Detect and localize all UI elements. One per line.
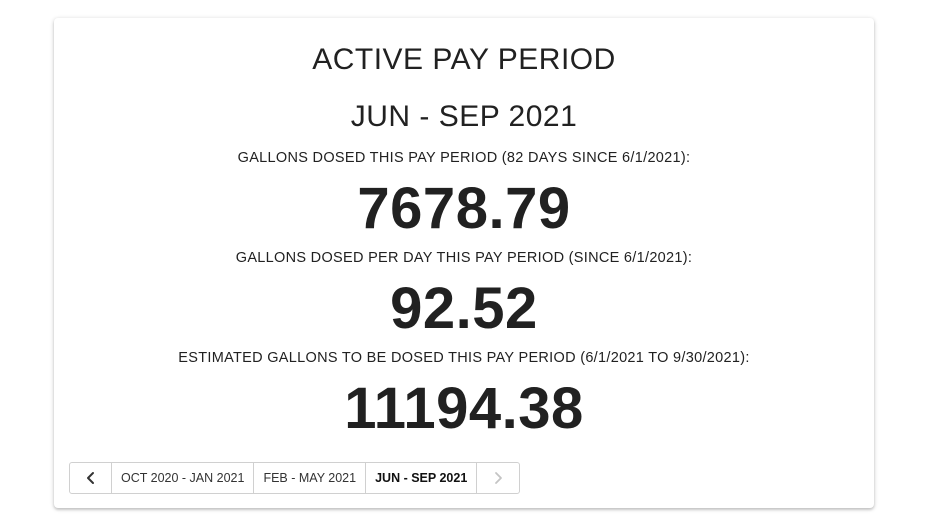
active-period-range: JUN - SEP 2021 xyxy=(350,100,578,133)
active-pay-period-card: ACTIVE PAY PERIOD JUN - SEP 2021 GALLONS… xyxy=(54,18,874,508)
gallons-per-day-value: 92.52 xyxy=(390,276,538,341)
estimated-gallons-value: 11194.38 xyxy=(344,376,584,441)
chevron-right-icon xyxy=(492,471,504,485)
chevron-left-icon xyxy=(85,471,97,485)
period-tab-jun-sep[interactable]: JUN - SEP 2021 xyxy=(366,463,478,493)
pay-period-pager: OCT 2020 - JAN 2021 FEB - MAY 2021 JUN -… xyxy=(69,462,521,494)
estimated-gallons-label: ESTIMATED GALLONS TO BE DOSED THIS PAY P… xyxy=(178,350,750,366)
gallons-per-day-label: GALLONS DOSED PER DAY THIS PAY PERIOD (S… xyxy=(235,250,693,266)
card-title: ACTIVE PAY PERIOD xyxy=(312,43,616,76)
period-tab-oct-jan[interactable]: OCT 2020 - JAN 2021 xyxy=(112,463,255,493)
next-period-button[interactable] xyxy=(477,463,519,493)
gallons-dosed-label: GALLONS DOSED THIS PAY PERIOD (82 DAYS S… xyxy=(237,150,691,166)
gallons-dosed-value: 7678.79 xyxy=(357,176,571,241)
previous-period-button[interactable] xyxy=(70,463,112,493)
period-tab-feb-may[interactable]: FEB - MAY 2021 xyxy=(254,463,367,493)
